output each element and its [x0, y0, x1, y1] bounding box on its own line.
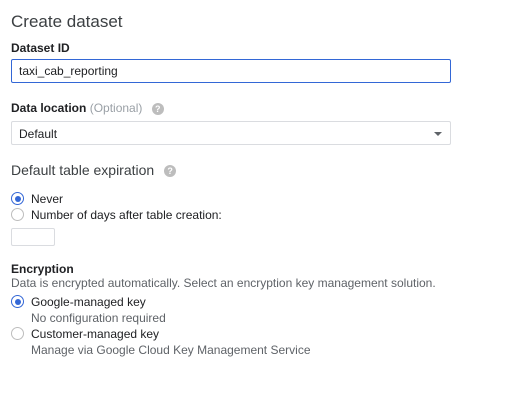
- radio-google-managed-key[interactable]: [11, 295, 24, 308]
- help-icon[interactable]: ?: [151, 102, 164, 115]
- help-icon[interactable]: ?: [164, 165, 177, 178]
- dataset-id-label: Dataset ID: [11, 41, 70, 55]
- radio-days-after-creation-label[interactable]: Number of days after table creation:: [31, 208, 222, 222]
- expiration-heading-text: Default table expiration: [11, 162, 155, 178]
- radio-never-label[interactable]: Never: [31, 192, 63, 206]
- data-location-selected: Default: [19, 127, 58, 141]
- google-managed-key-sublabel: No configuration required: [31, 311, 166, 325]
- radio-days-after-creation[interactable]: [11, 208, 24, 221]
- data-location-label-text: Data location: [11, 101, 87, 115]
- customer-managed-key-sublabel: Manage via Google Cloud Key Management S…: [31, 343, 311, 357]
- encryption-heading: Encryption: [11, 262, 74, 276]
- dataset-id-input[interactable]: [11, 59, 451, 83]
- page-title: Create dataset: [11, 12, 123, 31]
- data-location-select[interactable]: Default: [11, 121, 451, 145]
- data-location-label: Data location (Optional) ?: [11, 101, 164, 115]
- radio-customer-managed-key-label[interactable]: Customer-managed key: [31, 327, 159, 341]
- encryption-description: Data is encrypted automatically. Select …: [11, 276, 436, 290]
- radio-customer-managed-key[interactable]: [11, 327, 24, 340]
- optional-tag: (Optional): [89, 101, 143, 115]
- chevron-down-icon: [434, 132, 442, 136]
- radio-never[interactable]: [11, 192, 24, 205]
- days-input[interactable]: [11, 228, 55, 246]
- radio-google-managed-key-label[interactable]: Google-managed key: [31, 295, 146, 309]
- expiration-heading: Default table expiration ?: [11, 162, 177, 178]
